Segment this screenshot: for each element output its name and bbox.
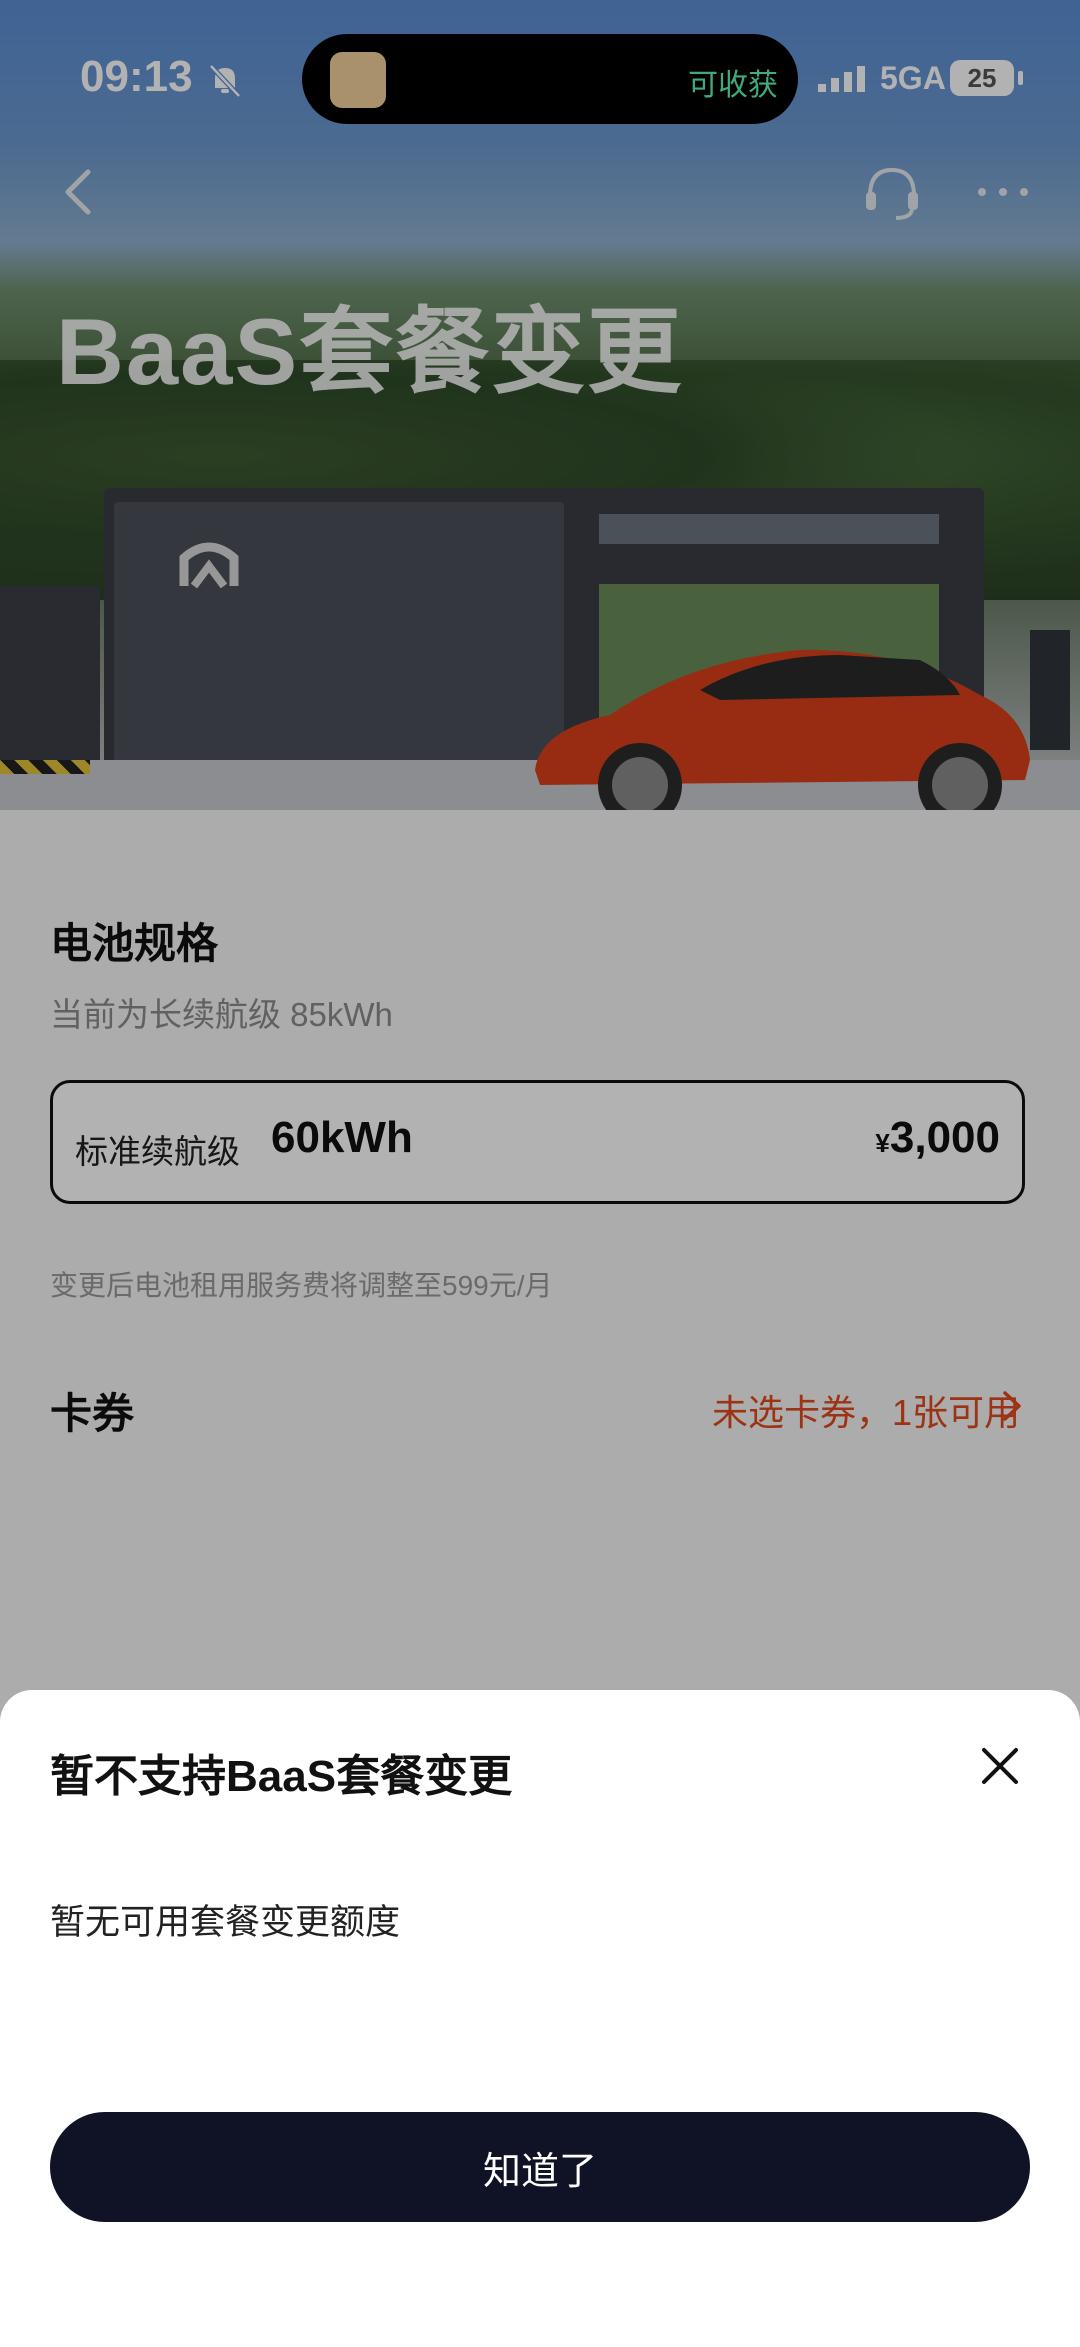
confirm-button[interactable]: 知道了 xyxy=(50,2112,1030,2222)
bottom-sheet: 暂不支持BaaS套餐变更 暂无可用套餐变更额度 知道了 xyxy=(0,1690,1080,2347)
sheet-title: 暂不支持BaaS套餐变更 xyxy=(50,1752,513,1801)
sheet-message: 暂无可用套餐变更额度 xyxy=(50,1903,401,1942)
close-icon[interactable] xyxy=(976,1742,1024,1790)
